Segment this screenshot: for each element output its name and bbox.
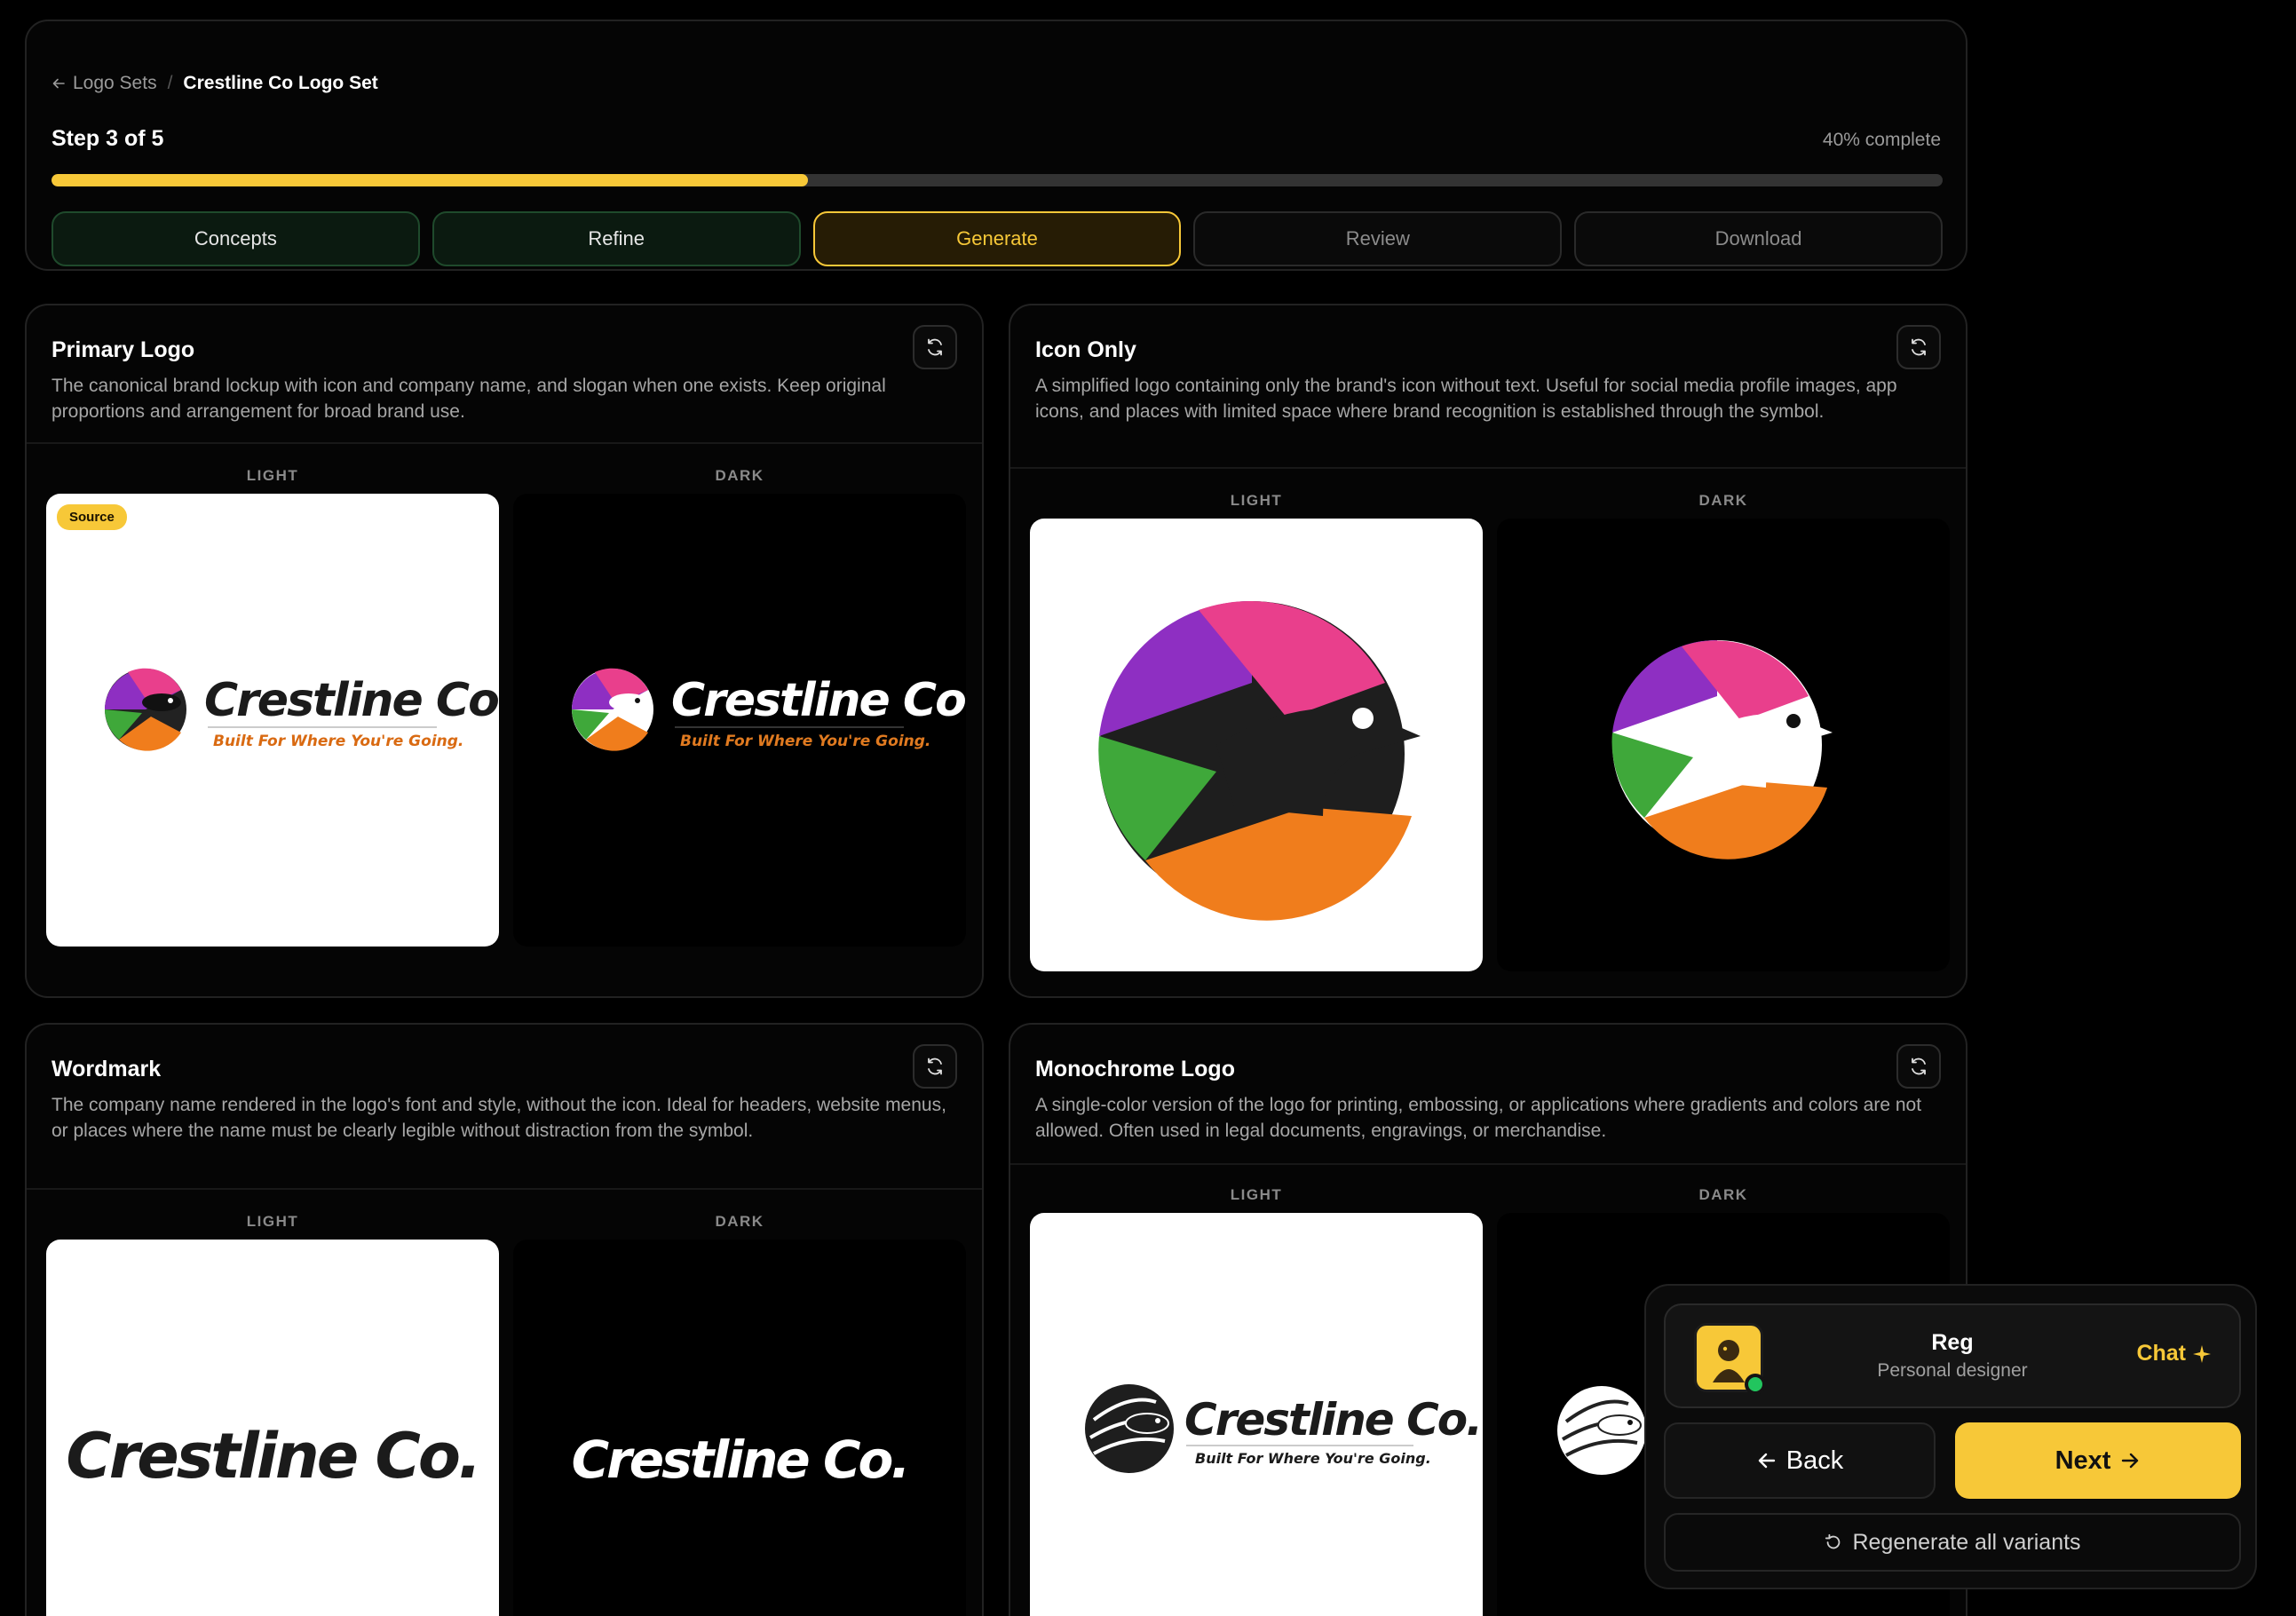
brand-name-text: Crestline Co. <box>1184 1394 1481 1446</box>
next-button[interactable]: Next <box>1955 1422 2241 1499</box>
card-divider <box>27 442 982 444</box>
brand-name-text: Crestline Co. <box>204 674 499 727</box>
wordmark-card: Wordmark The company name rendered in th… <box>25 1023 984 1616</box>
refresh-icon <box>1912 1058 1926 1075</box>
dark-column-label: DARK <box>1698 492 1748 509</box>
primary-logo-dark-image: Crestline Co. Built For Where You're Goi… <box>572 668 966 751</box>
arrow-left-icon <box>52 78 65 89</box>
monochrome-light-preview[interactable]: Crestline Co. Built For Where You're Goi… <box>1030 1213 1483 1616</box>
icon-only-dark-preview[interactable] <box>1497 519 1950 971</box>
progress-header-card: Logo Sets / Crestline Co Logo Set Step 3… <box>25 20 1967 271</box>
wordmark-dark-image: Crestline Co. <box>572 1430 911 1490</box>
breadcrumb-separator: / <box>167 73 173 93</box>
step-generate[interactable]: Generate <box>812 211 1182 266</box>
progress-bar <box>51 174 1943 186</box>
card-divider <box>27 1188 982 1190</box>
wordmark-light-image: Crestline Co. <box>66 1420 481 1493</box>
light-column-label: LIGHT <box>1230 1186 1283 1203</box>
brand-name-text: Crestline Co. <box>671 674 966 727</box>
breadcrumb: Logo Sets / Crestline Co Logo Set <box>51 73 378 94</box>
light-column-label: LIGHT <box>246 1213 299 1230</box>
next-button-label: Next <box>2055 1446 2111 1475</box>
step-review[interactable]: Review <box>1193 211 1563 266</box>
light-column-label: LIGHT <box>246 467 299 484</box>
arrow-right-icon <box>2122 1453 2139 1469</box>
sparkle-icon <box>2193 1344 2211 1363</box>
back-button-label: Back <box>1785 1446 1844 1475</box>
progress-fill <box>51 174 808 186</box>
chat-button-label: Chat <box>2136 1341 2186 1366</box>
wordmark-text: Crestline Co. <box>572 1430 908 1490</box>
wordmark-text: Crestline Co. <box>66 1420 479 1493</box>
regenerate-button[interactable] <box>1896 1044 1941 1089</box>
regenerate-all-label: Regenerate all variants <box>1852 1529 2081 1555</box>
wordmark-light-preview[interactable]: Crestline Co. <box>46 1240 499 1616</box>
refresh-icon <box>1912 338 1926 356</box>
regenerate-all-button[interactable]: Regenerate all variants <box>1664 1513 2241 1572</box>
primary-logo-light-preview[interactable]: Source Crestline Co. Built For Where You… <box>46 494 499 947</box>
dark-column-label: DARK <box>715 1213 764 1230</box>
breadcrumb-back-link[interactable]: Logo Sets <box>51 73 157 94</box>
icon-only-light-image <box>1098 600 1421 921</box>
chat-button[interactable]: Chat <box>2136 1341 2213 1366</box>
arrow-left-icon <box>1758 1453 1775 1469</box>
primary-logo-light-image: Crestline Co. Built For Where You're Goi… <box>105 668 499 751</box>
assistant-panel: Reg Personal designer Chat Back Next Reg… <box>1644 1284 2257 1589</box>
icon-only-card: Icon Only A simplified logo containing o… <box>1009 304 1967 998</box>
back-button[interactable]: Back <box>1664 1422 1936 1499</box>
card-divider <box>1010 467 1966 469</box>
icon-only-light-preview[interactable] <box>1030 519 1483 971</box>
step-refine[interactable]: Refine <box>431 211 801 266</box>
brand-slogan-text: Built For Where You're Going. <box>680 733 930 750</box>
wordmark-dark-preview[interactable]: Crestline Co. <box>513 1240 966 1616</box>
monochrome-light-image: Crestline Co. Built For Where You're Goi… <box>1085 1384 1483 1473</box>
primary-logo-card: Primary Logo The canonical brand lockup … <box>25 304 984 998</box>
regenerate-button[interactable] <box>913 1044 957 1089</box>
card-title: Icon Only <box>1035 337 1136 362</box>
brand-slogan-text: Built For Where You're Going. <box>213 733 463 750</box>
light-column-label: LIGHT <box>1230 492 1283 509</box>
icon-only-dark-image <box>1611 639 1833 859</box>
regenerate-button[interactable] <box>913 325 957 369</box>
card-title: Primary Logo <box>51 337 195 362</box>
regenerate-button[interactable] <box>1896 325 1941 369</box>
dark-column-label: DARK <box>715 467 764 484</box>
refresh-icon <box>928 1058 942 1075</box>
designer-card: Reg Personal designer Chat <box>1664 1303 2241 1408</box>
step-tabs: Concepts Refine Generate Review Download <box>51 211 1943 266</box>
step-label: Step 3 of 5 <box>51 126 164 151</box>
card-description: A simplified logo containing only the br… <box>1035 376 1897 422</box>
breadcrumb-current: Crestline Co Logo Set <box>183 73 378 93</box>
card-title: Monochrome Logo <box>1035 1057 1235 1081</box>
primary-logo-dark-preview[interactable]: Crestline Co. Built For Where You're Goi… <box>513 494 966 947</box>
card-description: The canonical brand lockup with icon and… <box>51 376 886 422</box>
brand-slogan-text: Built For Where You're Going. <box>1195 1450 1431 1467</box>
breadcrumb-back-label: Logo Sets <box>73 73 157 93</box>
percent-label: 40% complete <box>1822 130 1941 150</box>
card-title: Wordmark <box>51 1057 162 1081</box>
rotate-ccw-icon <box>1825 1533 1841 1549</box>
refresh-icon <box>928 338 942 356</box>
card-divider <box>1010 1163 1966 1165</box>
step-concepts[interactable]: Concepts <box>51 211 420 266</box>
card-description: The company name rendered in the logo's … <box>51 1095 946 1141</box>
step-download[interactable]: Download <box>1574 211 1943 266</box>
dark-column-label: DARK <box>1698 1186 1748 1203</box>
card-description: A single-color version of the logo for p… <box>1035 1095 1922 1141</box>
